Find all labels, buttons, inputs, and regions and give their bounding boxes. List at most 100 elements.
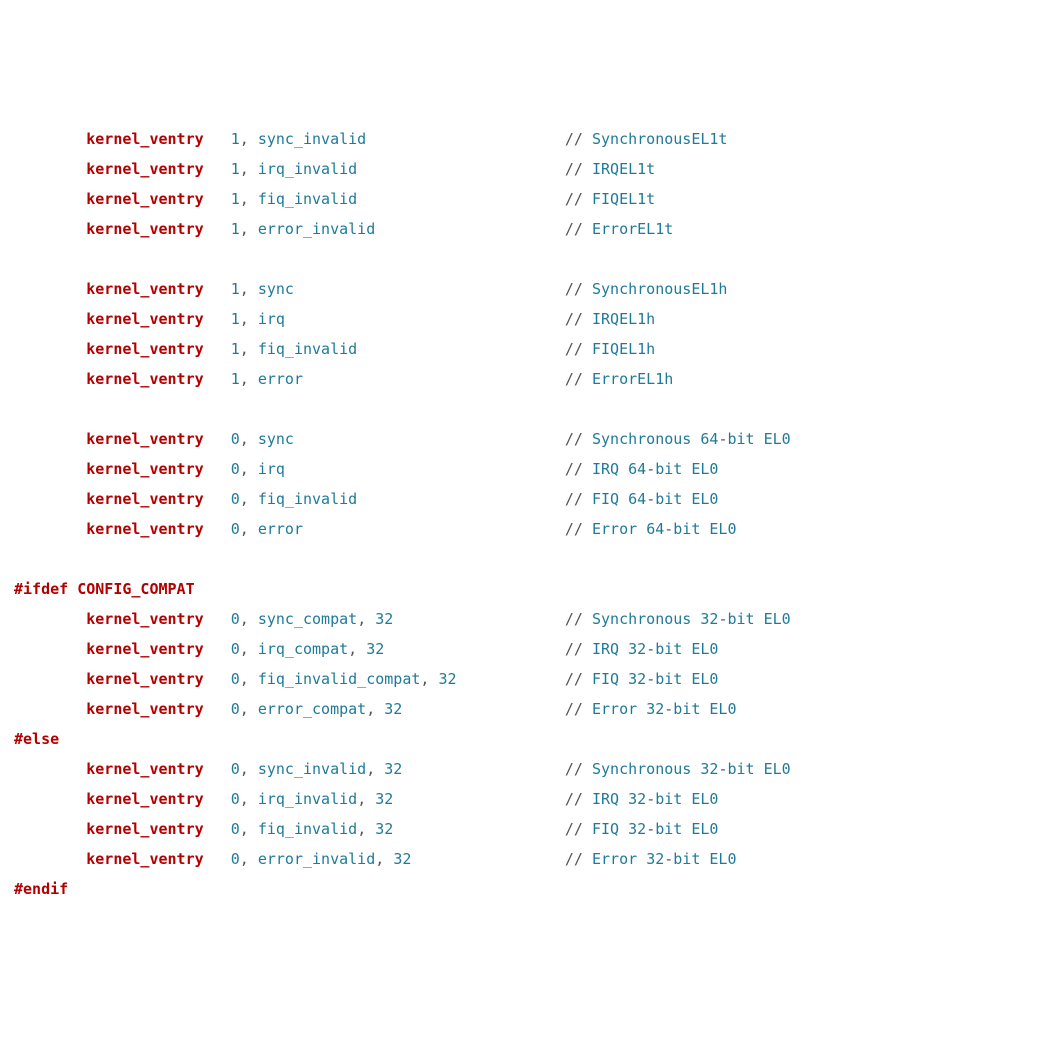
code-line: kernel_ventry 1, error // ErrorEL1h xyxy=(14,364,1034,394)
comma: , xyxy=(240,760,249,778)
bits-arg: 32 xyxy=(366,640,384,658)
comment-suffix: bit EL0 xyxy=(673,520,736,538)
dash: - xyxy=(646,640,655,658)
preprocessor-directive: #else xyxy=(14,730,59,748)
comma: , xyxy=(240,670,249,688)
comma: , xyxy=(240,220,249,238)
code-line: kernel_ventry 1, irq // IRQEL1h xyxy=(14,304,1034,334)
macro-name: kernel_ventry xyxy=(86,700,203,718)
comment-slash: // xyxy=(565,130,592,148)
comment-slash: // xyxy=(565,310,592,328)
comment-suffix: EL1t xyxy=(619,160,655,178)
bits-arg: 32 xyxy=(375,820,393,838)
el-level: 1 xyxy=(231,160,240,178)
el-level: 1 xyxy=(231,340,240,358)
el-level: 0 xyxy=(231,760,240,778)
comma: , xyxy=(240,340,249,358)
el-level: 0 xyxy=(231,520,240,538)
comment-slash: // xyxy=(565,160,592,178)
code-line: #ifdef CONFIG_COMPAT xyxy=(14,574,1034,604)
comment-bitwidth: 32 xyxy=(700,610,718,628)
code-line: kernel_ventry 1, fiq_invalid // FIQEL1h xyxy=(14,334,1034,364)
comment-prefix: Synchronous xyxy=(592,130,691,148)
comma: , xyxy=(240,850,249,868)
comment-bitwidth: 64 xyxy=(646,520,664,538)
macro-name: kernel_ventry xyxy=(86,520,203,538)
comma: , xyxy=(348,640,357,658)
el-level: 0 xyxy=(231,700,240,718)
code-line: kernel_ventry 0, fiq_invalid_compat, 32 … xyxy=(14,664,1034,694)
bits-arg: 32 xyxy=(393,850,411,868)
handler-name: irq_compat xyxy=(258,640,348,658)
preprocessor-directive: #endif xyxy=(14,880,68,898)
macro-name: kernel_ventry xyxy=(86,280,203,298)
macro-name: kernel_ventry xyxy=(86,820,203,838)
comma: , xyxy=(240,280,249,298)
handler-name: error xyxy=(258,370,303,388)
el-level: 0 xyxy=(231,610,240,628)
comment-prefix: Error xyxy=(592,220,637,238)
code-listing: kernel_ventry 1, sync_invalid // Synchro… xyxy=(14,124,1034,904)
comment-prefix: Error xyxy=(592,370,637,388)
handler-name: sync xyxy=(258,430,294,448)
comment-suffix: EL1h xyxy=(637,370,673,388)
comma: , xyxy=(357,610,366,628)
code-line: kernel_ventry 1, sync // SynchronousEL1h xyxy=(14,274,1034,304)
comment-bitwidth: 64 xyxy=(700,430,718,448)
el-level: 0 xyxy=(231,430,240,448)
comment-suffix: bit EL0 xyxy=(727,610,790,628)
comment-bitwidth: 64 xyxy=(628,460,646,478)
comment-slash: // xyxy=(565,430,592,448)
comment-suffix: EL1h xyxy=(619,310,655,328)
bits-arg: 32 xyxy=(438,670,456,688)
comment-prefix: Error xyxy=(592,850,646,868)
comma: , xyxy=(240,130,249,148)
code-line: kernel_ventry 1, sync_invalid // Synchro… xyxy=(14,124,1034,154)
el-level: 1 xyxy=(231,130,240,148)
comment-slash: // xyxy=(565,790,592,808)
macro-name: kernel_ventry xyxy=(86,130,203,148)
comma: , xyxy=(240,460,249,478)
comment-slash: // xyxy=(565,850,592,868)
handler-name: fiq_invalid xyxy=(258,340,357,358)
comment-bitwidth: 32 xyxy=(628,820,646,838)
comment-prefix: Synchronous xyxy=(592,430,700,448)
code-line: kernel_ventry 1, irq_invalid // IRQEL1t xyxy=(14,154,1034,184)
comment-slash: // xyxy=(565,610,592,628)
handler-name: error_compat xyxy=(258,700,366,718)
code-line: kernel_ventry 0, fiq_invalid // FIQ 64-b… xyxy=(14,484,1034,514)
el-level: 0 xyxy=(231,460,240,478)
comment-prefix: IRQ xyxy=(592,460,628,478)
dash: - xyxy=(664,700,673,718)
handler-name: sync_compat xyxy=(258,610,357,628)
el-level: 1 xyxy=(231,370,240,388)
code-line: kernel_ventry 0, error_compat, 32 // Err… xyxy=(14,694,1034,724)
handler-name: sync_invalid xyxy=(258,130,366,148)
code-line: kernel_ventry 1, fiq_invalid // FIQEL1t xyxy=(14,184,1034,214)
comment-slash: // xyxy=(565,460,592,478)
handler-name: sync_invalid xyxy=(258,760,366,778)
macro-name: kernel_ventry xyxy=(86,670,203,688)
macro-name: kernel_ventry xyxy=(86,160,203,178)
el-level: 0 xyxy=(231,820,240,838)
comment-prefix: FIQ xyxy=(592,190,619,208)
handler-name: irq_invalid xyxy=(258,790,357,808)
handler-name: fiq_invalid xyxy=(258,490,357,508)
comment-prefix: Error xyxy=(592,520,646,538)
comma: , xyxy=(240,520,249,538)
bits-arg: 32 xyxy=(375,790,393,808)
comment-slash: // xyxy=(565,640,592,658)
dash: - xyxy=(664,520,673,538)
comment-prefix: IRQ xyxy=(592,640,628,658)
comment-prefix: FIQ xyxy=(592,340,619,358)
comma: , xyxy=(357,820,366,838)
comma: , xyxy=(240,820,249,838)
macro-name: kernel_ventry xyxy=(86,640,203,658)
comment-prefix: IRQ xyxy=(592,790,628,808)
handler-name: fiq_invalid_compat xyxy=(258,670,421,688)
comment-suffix: bit EL0 xyxy=(727,760,790,778)
comment-bitwidth: 32 xyxy=(646,850,664,868)
code-line: kernel_ventry 0, error_invalid, 32 // Er… xyxy=(14,844,1034,874)
comment-prefix: IRQ xyxy=(592,160,619,178)
comma: , xyxy=(240,640,249,658)
